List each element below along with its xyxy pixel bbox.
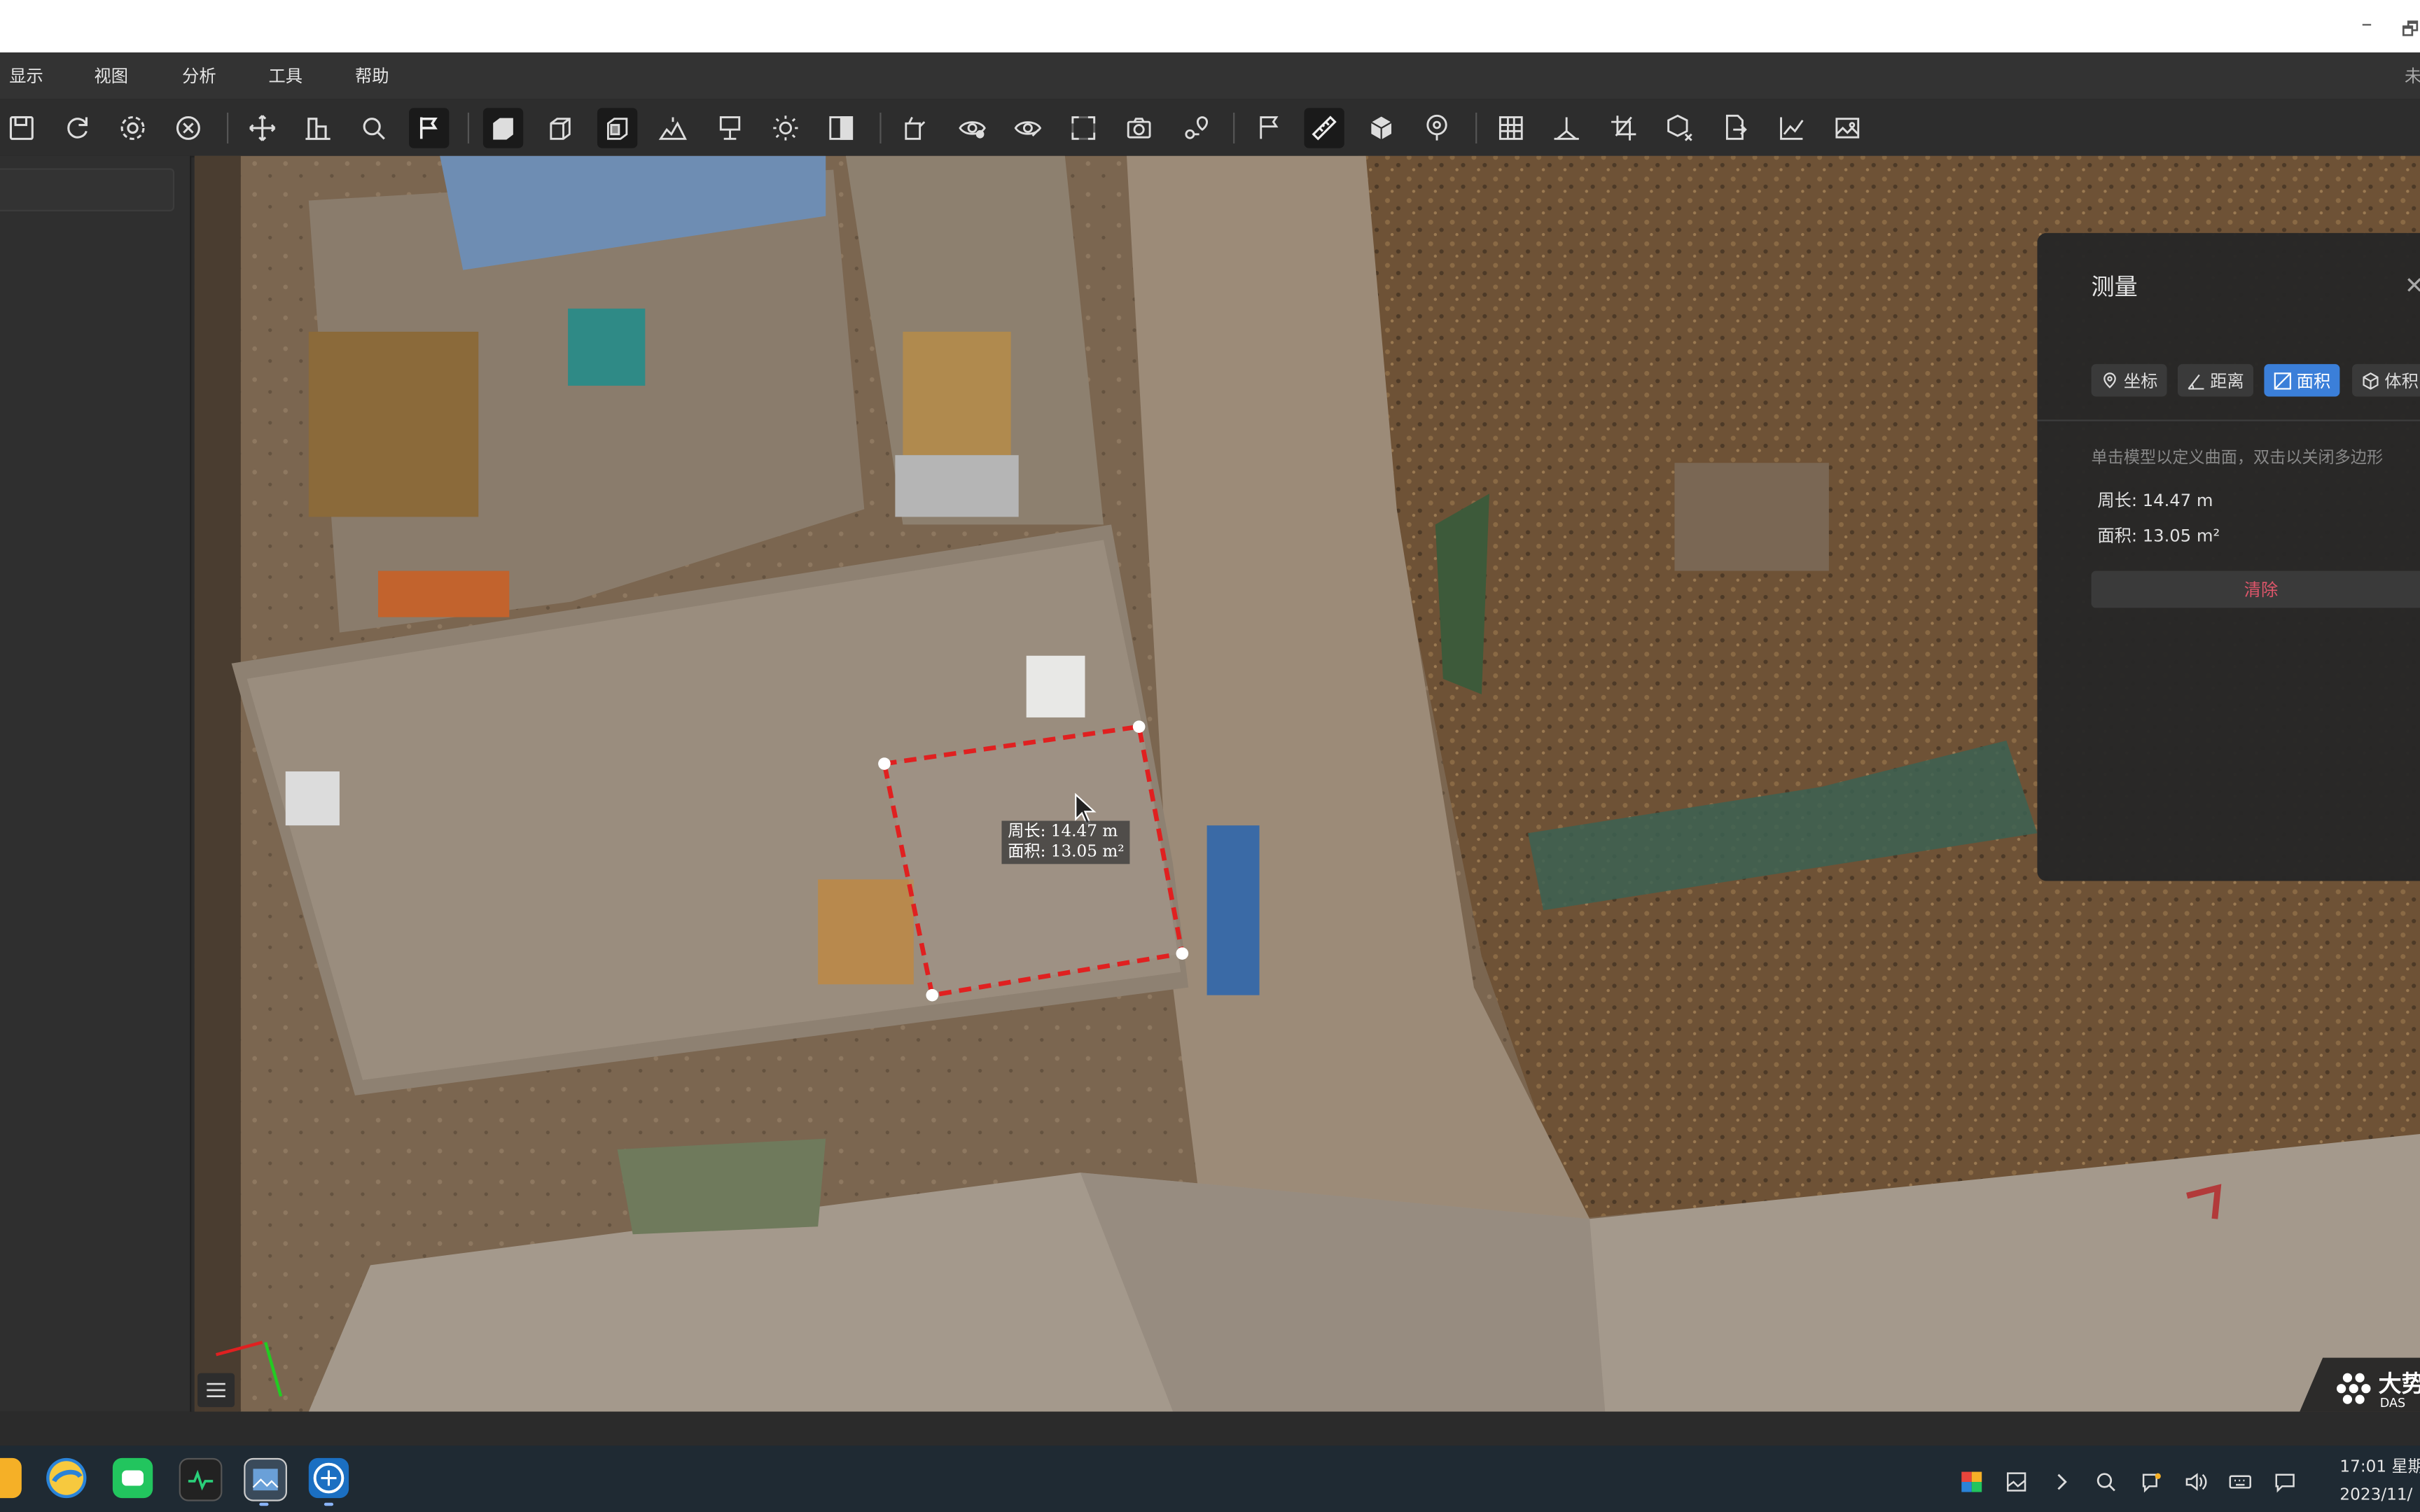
instruction-text: 单击模型以定义曲面，双击以关闭多边形 [2091,449,2384,468]
tab-area[interactable]: 面积 [2264,364,2340,397]
section-icon[interactable] [1547,108,1587,148]
tray-image-icon[interactable] [2003,1469,2028,1493]
paint-icon[interactable] [895,108,935,148]
save-icon[interactable] [1,108,41,148]
area-value: 面积: 13.05 m² [2097,526,2220,547]
wireframe-view-icon[interactable] [540,108,580,148]
tab-coordinate-label: 坐标 [2123,371,2158,391]
flag-icon[interactable] [1249,108,1288,148]
box-icon[interactable] [1361,108,1401,148]
tab-distance[interactable]: 距离 [2177,364,2253,397]
taskbar-app-3d[interactable] [308,1457,349,1499]
chart-icon[interactable] [1772,108,1811,148]
toolbar-separator [227,112,229,144]
sign-icon[interactable] [710,108,750,148]
running-indicator [259,1502,269,1506]
taskbar-app-browser[interactable] [46,1457,87,1499]
measure-label: 周长: 14.47 m 面积: 13.05 m² [1001,820,1131,864]
title-bar: – 🗗 [0,0,2420,52]
menu-help[interactable]: 帮助 [355,63,389,88]
route-icon[interactable] [1176,108,1216,148]
camera-icon[interactable] [1119,108,1159,148]
menu-display[interactable]: 显示 [9,63,43,88]
export-icon[interactable] [1715,108,1755,148]
tab-coordinate[interactable]: 坐标 [2091,364,2167,397]
refresh-icon[interactable] [57,108,97,148]
measure-label-perimeter: 周长: 14.47 m [1008,822,1118,841]
keyboard-icon[interactable] [2227,1469,2252,1493]
terrain-icon[interactable] [653,108,693,148]
watermark-sub: DAS [2380,1396,2406,1410]
notification-icon[interactable] [2138,1469,2162,1493]
tab-volume[interactable]: 体积 [2352,364,2420,397]
tab-area-label: 面积 [2296,371,2331,391]
message-icon[interactable] [2272,1469,2296,1493]
status-bar [0,1411,2420,1446]
menu-analysis[interactable]: 分析 [182,63,216,88]
crop-icon[interactable] [1604,108,1643,148]
taskbar-app-viewer[interactable] [244,1457,287,1502]
left-panel [0,155,192,1412]
search-icon[interactable] [2093,1469,2118,1493]
clock-date: 2023/11/ [2339,1485,2413,1504]
toolbar-separator [879,112,882,144]
box-cut-icon[interactable] [1659,108,1699,148]
tray-app-icon[interactable] [1959,1469,1983,1493]
running-indicator [324,1502,334,1506]
location-pin-icon [2103,372,2116,388]
location-icon[interactable] [1417,108,1456,148]
panel-title: 测量 [2091,273,2138,301]
close-icon[interactable]: ✕ [2405,272,2420,300]
settings-icon[interactable] [113,108,153,148]
measure-panel: 测量 ✕ 坐标 距离 面积 体积 单击模型以定义曲面，双击以关闭多边形 周长: … [2037,232,2420,881]
polygon-vertex[interactable] [926,988,939,1002]
image-icon[interactable] [1828,108,1868,148]
hide-icon[interactable] [1008,108,1048,148]
system-clock[interactable]: 17:01 星期 2023/11/ [2339,1453,2420,1508]
elevation-icon[interactable] [298,108,338,148]
measure-label-area: 面积: 13.05 m² [1008,842,1125,861]
minimize-button[interactable]: – [2361,13,2372,37]
area-icon [2274,372,2291,389]
perimeter-value: 周长: 14.47 m [2097,490,2213,511]
flag-select-icon[interactable] [409,108,450,148]
textured-view-icon[interactable] [597,108,638,148]
clear-button[interactable]: 清除 [2091,570,2420,608]
move-icon[interactable] [242,108,282,148]
right-edge-text: 未 [2404,66,2420,87]
watermark-brand: 大势 [2379,1370,2420,1397]
sun-icon[interactable] [765,108,805,148]
taskbar-app-monitor[interactable] [179,1457,223,1502]
close-circle-icon[interactable] [168,108,208,148]
volume-icon[interactable] [2183,1469,2207,1493]
layer-search-input[interactable] [0,168,175,211]
toolbar-separator [467,112,470,144]
chevron-right-icon[interactable] [2048,1469,2073,1493]
toolbar-separator [1233,112,1235,144]
menu-view[interactable]: 视图 [94,63,127,88]
solid-view-icon[interactable] [482,108,524,148]
panel-divider [2037,419,2420,421]
fullscreen-icon[interactable] [1064,108,1104,148]
tab-volume-label: 体积 [2384,371,2419,391]
polygon-vertex[interactable] [1132,720,1146,733]
grid-icon[interactable] [1491,108,1531,148]
contrast-icon[interactable] [821,108,861,148]
menu-bar: 显示 视图 分析 工具 帮助 未 [0,52,2420,99]
clock-time: 17:01 星期 [2339,1457,2420,1477]
toolbar-separator [1475,112,1477,144]
taskbar-app-folder[interactable] [0,1457,22,1499]
toolbar [0,99,2420,158]
cube-icon [2363,372,2379,389]
restore-button[interactable]: 🗗 [2402,15,2419,48]
polygon-vertex[interactable] [878,757,891,770]
polygon-vertex[interactable] [1176,947,1189,960]
angle-icon [2188,373,2204,389]
search-icon[interactable] [354,108,394,148]
tab-distance-label: 距离 [2210,371,2244,391]
taskbar-app-chat[interactable] [112,1457,153,1499]
ruler-icon[interactable] [1304,108,1344,148]
menu-tools[interactable]: 工具 [269,63,302,88]
eye-icon[interactable] [952,108,992,148]
